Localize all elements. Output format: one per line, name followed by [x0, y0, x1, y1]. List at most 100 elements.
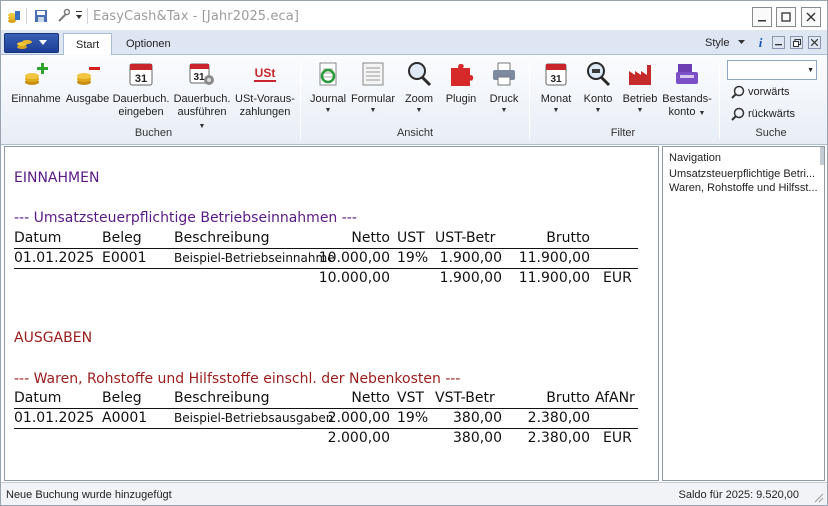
- svg-text:USt: USt: [255, 66, 276, 80]
- total-brutto: 11.900,00: [518, 270, 590, 286]
- formular-button[interactable]: Formular ▼: [350, 61, 396, 116]
- wrench-icon[interactable]: [56, 8, 70, 24]
- total-netto: 10.000,00: [318, 270, 390, 286]
- status-message: Neue Buchung wurde hinzugefügt: [6, 489, 172, 501]
- konto-label: Konto: [583, 93, 613, 105]
- calendar-icon: 31: [129, 63, 153, 86]
- tab-start[interactable]: Start: [63, 33, 113, 56]
- dropdown-arrow-icon: ▼: [500, 107, 508, 114]
- cell-beleg: E0001: [102, 250, 147, 266]
- formular-icon: [362, 62, 384, 86]
- title-bar: EasyCash&Tax - [Jahr2025.eca]: [1, 1, 827, 31]
- group-separator: [300, 61, 301, 139]
- svg-text:31: 31: [135, 73, 147, 85]
- monat-button[interactable]: 31 Monat ▼: [537, 61, 575, 116]
- quick-access-dropdown-icon[interactable]: [75, 10, 83, 26]
- search-forward-button[interactable]: vorwärts: [731, 85, 790, 99]
- info-icon[interactable]: i: [754, 35, 767, 50]
- einnahme-button[interactable]: Einnahme: [11, 61, 61, 106]
- col-header-datum: Datum: [14, 230, 62, 246]
- group-separator: [719, 61, 720, 139]
- style-menu[interactable]: Style: [705, 37, 729, 49]
- col-header-netto: Netto: [351, 230, 390, 246]
- dropdown-arrow-icon: ▼: [324, 107, 332, 114]
- col-header-beleg: Beleg: [102, 390, 142, 406]
- vorwaerts-label: vorwärts: [748, 86, 790, 98]
- total-ust-betr: 1.900,00: [439, 270, 502, 286]
- svg-text:31: 31: [550, 74, 562, 85]
- chevron-down-icon: [39, 40, 47, 45]
- einnahme-label: Einnahme: [11, 93, 61, 105]
- einnahmen-section-title: --- Umsatzsteuerpflichtige Betriebseinna…: [14, 210, 357, 226]
- app-window: EasyCash&Tax - [Jahr2025.eca] Start Opti…: [0, 0, 828, 506]
- maximize-button[interactable]: [776, 7, 796, 27]
- minimize-icon: [758, 20, 766, 22]
- col-header-vst-betr: VST-Betr: [435, 390, 495, 406]
- style-dropdown-icon[interactable]: [738, 40, 745, 45]
- svg-text:31: 31: [193, 72, 205, 83]
- ausgabe-icon: [76, 67, 100, 85]
- betrieb-label: Betrieb: [622, 93, 658, 105]
- search-forward-icon: [731, 85, 745, 99]
- cell-beleg: A0001: [102, 410, 148, 426]
- cell-ust-betr: 1.900,00: [439, 250, 502, 266]
- ust-vorauszahlungen-button[interactable]: USt USt-Voraus- zahlungen: [234, 61, 296, 119]
- application-menu-button[interactable]: [4, 33, 59, 53]
- druck-button[interactable]: Druck ▼: [485, 61, 523, 116]
- bestandskonto-button[interactable]: Bestands- konto ▼: [661, 61, 713, 119]
- dropdown-arrow-icon: ▼: [636, 107, 644, 114]
- dauerbuch-eingeben-button[interactable]: 31 Dauerbuch. eingeben: [112, 61, 170, 119]
- rueckwaerts-label: rückwärts: [748, 108, 796, 120]
- nav-item-umsatzsteuerpflichtige[interactable]: Umsatzsteuerpflichtige Betri...: [669, 168, 819, 180]
- ust-label-2: zahlungen: [239, 106, 291, 118]
- konto-button[interactable]: Konto ▼: [579, 61, 617, 116]
- monat-label: Monat: [540, 93, 572, 105]
- header-rule: [14, 248, 638, 249]
- dropdown-arrow-icon: ▼: [415, 107, 423, 114]
- dropdown-arrow-icon: ▼: [552, 107, 560, 114]
- status-saldo: Saldo für 2025: 9.520,00: [678, 489, 799, 501]
- col-header-afanr: AfANr: [595, 390, 635, 406]
- sum-rule: [14, 268, 638, 269]
- minimize-button[interactable]: [752, 7, 772, 27]
- ribbon-close-button[interactable]: [808, 36, 821, 49]
- dauerbuch-ausfuehren-label-1: Dauerbuch.: [173, 93, 231, 105]
- cell-vst-betr: 380,00: [453, 410, 502, 426]
- druck-label: Druck: [489, 93, 519, 105]
- journal-button[interactable]: Journal ▼: [308, 61, 348, 116]
- journal-view[interactable]: EINNAHMEN --- Umsatzsteuerpflichtige Bet…: [4, 146, 659, 481]
- ausgabe-button[interactable]: Ausgabe: [65, 61, 110, 106]
- search-combobox[interactable]: ▼: [727, 60, 817, 80]
- ribbon-restore-button[interactable]: [790, 36, 803, 49]
- search-backward-button[interactable]: rückwärts: [731, 107, 795, 121]
- bestandskonto-label-1: Bestands-: [662, 93, 712, 105]
- ribbon: Einnahme Ausgabe 31 Dauerbuch. eingeben …: [1, 55, 827, 145]
- tab-optionen[interactable]: Optionen: [114, 33, 183, 56]
- total-netto: 2.000,00: [327, 430, 390, 446]
- zoom-button[interactable]: Zoom ▼: [401, 61, 437, 116]
- dauerbuch-eingeben-label-2: eingeben: [118, 106, 164, 118]
- calendar-icon: 31: [545, 63, 567, 86]
- journal-icon: [319, 62, 337, 86]
- col-header-beleg: Beleg: [102, 230, 142, 246]
- konto-zoom-icon: [587, 62, 611, 87]
- close-button[interactable]: [801, 7, 821, 27]
- nav-item-waren-rohstoffe[interactable]: Waren, Rohstoffe und Hilfsst...: [669, 182, 819, 194]
- app-menu-coins-icon: [17, 40, 32, 49]
- plugin-button[interactable]: Plugin: [442, 61, 480, 106]
- dauerbuch-ausfuehren-button[interactable]: 31 Dauerbuch. ausführen ▼: [173, 61, 231, 132]
- printer-icon: [493, 62, 515, 86]
- journal-label: Journal: [309, 93, 347, 105]
- col-header-datum: Datum: [14, 390, 62, 406]
- scrollbar[interactable]: [820, 147, 824, 165]
- ribbon-minimize-button[interactable]: [772, 36, 785, 49]
- ausgabe-label: Ausgabe: [65, 93, 110, 105]
- ausgaben-section-title: --- Waren, Rohstoffe und Hilfsstoffe ein…: [14, 371, 461, 387]
- col-header-brutto: Brutto: [546, 390, 590, 406]
- save-icon[interactable]: [34, 8, 48, 24]
- betrieb-button[interactable]: Betrieb ▼: [620, 61, 660, 116]
- total-currency: EUR: [603, 270, 632, 286]
- plugin-label: Plugin: [445, 93, 477, 105]
- resize-grip-icon[interactable]: [812, 491, 824, 503]
- cell-brutto: 2.380,00: [527, 410, 590, 426]
